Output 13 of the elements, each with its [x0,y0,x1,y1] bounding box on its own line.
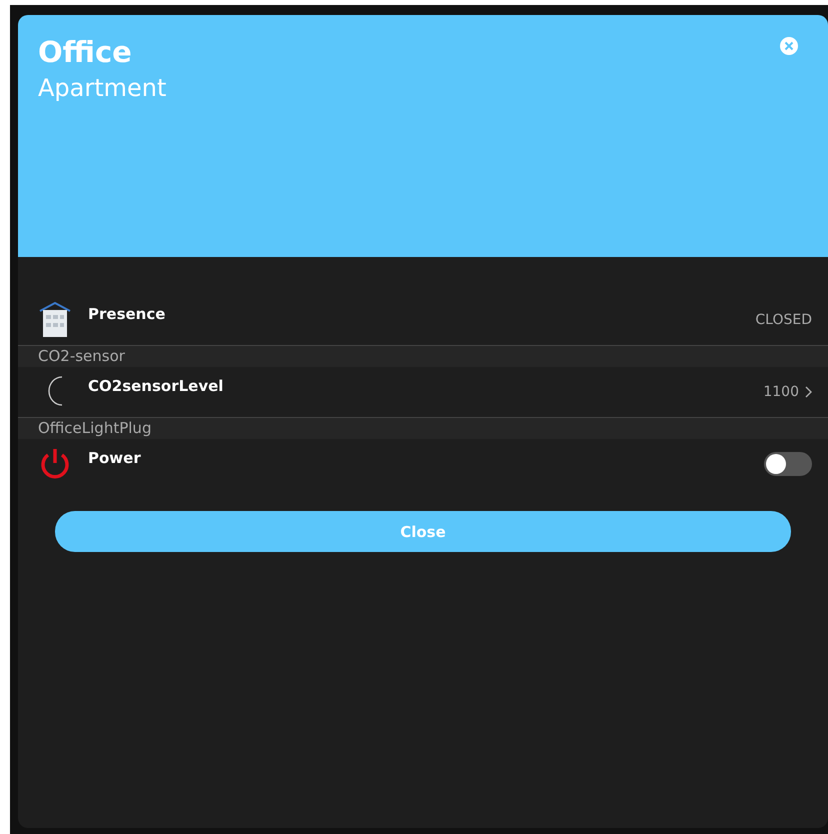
sensor-value: 1100 [763,384,799,400]
chevron-icon[interactable] [805,386,812,398]
state-value: CLOSED [755,312,812,328]
house-icon [38,302,72,338]
item-label: CO2sensorLevel [88,377,224,395]
room-subtitle: Apartment [38,73,166,104]
close-button[interactable]: Close [55,511,791,552]
item-label: Presence [88,305,166,323]
room-title: Office [38,35,133,69]
item-label: Power [88,449,141,467]
group-header: OfficeLightPlug [18,417,828,439]
group-header: CO2-sensor [18,345,828,367]
toggle-switch[interactable] [764,452,812,476]
